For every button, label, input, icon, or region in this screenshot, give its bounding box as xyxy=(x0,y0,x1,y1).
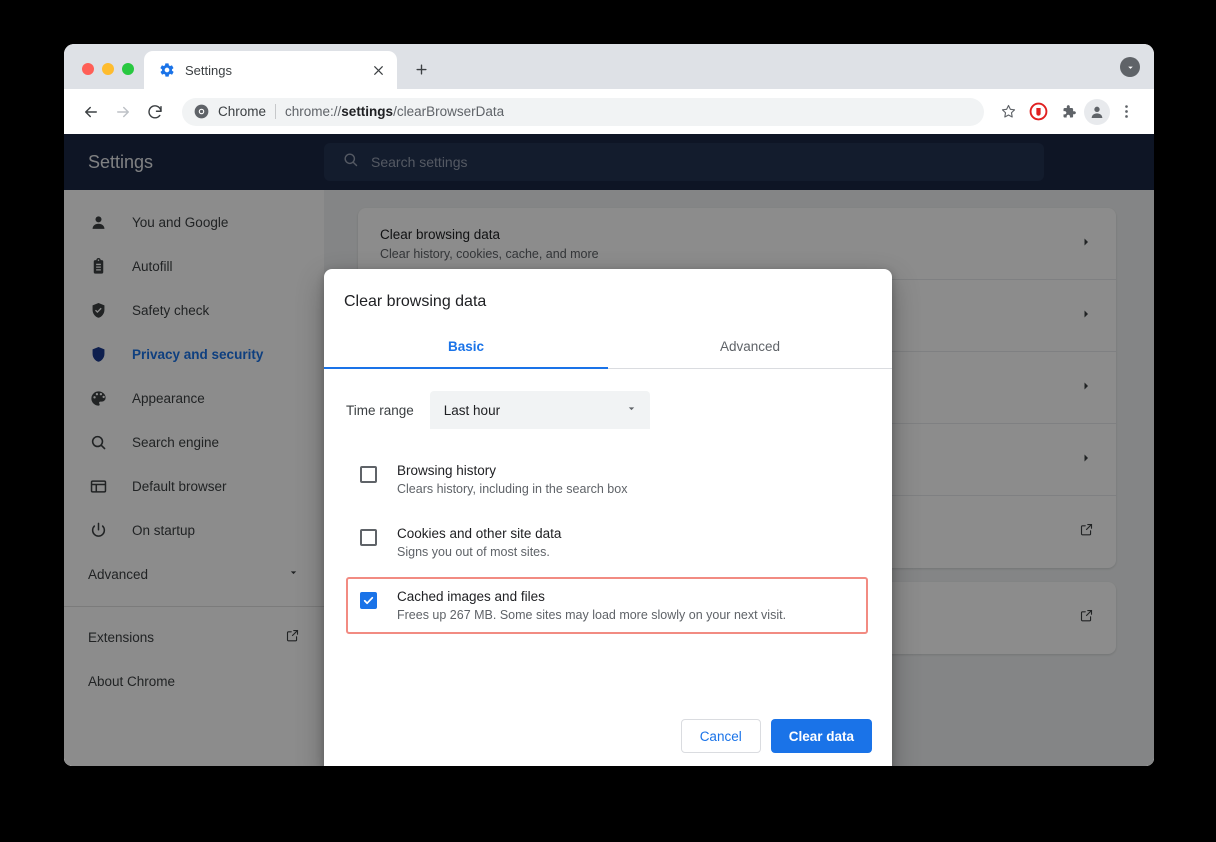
omnibox-url: chrome://settings/clearBrowserData xyxy=(285,104,504,119)
option-browsing-history[interactable]: Browsing history Clears history, includi… xyxy=(346,451,868,508)
tab-title: Settings xyxy=(185,63,359,78)
dialog-body: Time range Last hour Browsing history xyxy=(324,369,892,709)
option-subtitle: Frees up 267 MB. Some sites may load mor… xyxy=(397,608,856,622)
time-range-value: Last hour xyxy=(444,403,500,418)
close-icon[interactable] xyxy=(369,61,387,79)
url-suffix: /clearBrowserData xyxy=(393,104,504,119)
browser-window: Settings xyxy=(64,44,1154,766)
tabstrip-right-controls xyxy=(1120,57,1154,89)
puzzle-icon[interactable] xyxy=(1054,98,1082,126)
checkbox-cached-images-and-files[interactable] xyxy=(360,592,377,609)
reload-icon[interactable] xyxy=(140,97,170,127)
time-range-select[interactable]: Last hour xyxy=(430,391,650,429)
back-arrow-icon[interactable] xyxy=(76,97,106,127)
browser-toolbar: Chrome chrome://settings/clearBrowserDat… xyxy=(64,89,1154,134)
screenshot-root: Settings xyxy=(0,0,1216,842)
option-subtitle: Clears history, including in the search … xyxy=(397,482,856,496)
tab-advanced[interactable]: Advanced xyxy=(608,327,892,368)
settings-page: Settings Search settings xyxy=(64,134,1154,766)
time-range-row: Time range Last hour xyxy=(346,391,868,429)
checkbox-browsing-history[interactable] xyxy=(360,466,377,483)
dialog-tabs: Basic Advanced xyxy=(324,327,892,369)
cancel-button[interactable]: Cancel xyxy=(681,719,761,753)
avatar-icon[interactable] xyxy=(1084,99,1110,125)
dropdown-arrow-icon xyxy=(625,402,638,418)
checkbox-cookies-and-site-data[interactable] xyxy=(360,529,377,546)
address-bar[interactable]: Chrome chrome://settings/clearBrowserDat… xyxy=(182,98,984,126)
window-controls xyxy=(64,63,144,89)
minimize-window-button[interactable] xyxy=(102,63,114,75)
option-cookies-and-site-data[interactable]: Cookies and other site data Signs you ou… xyxy=(346,514,868,571)
time-range-label: Time range xyxy=(346,403,414,418)
star-icon[interactable] xyxy=(994,98,1022,126)
dialog-title: Clear browsing data xyxy=(324,269,892,327)
tab-basic[interactable]: Basic xyxy=(324,327,608,368)
chrome-logo-icon xyxy=(194,104,209,119)
option-subtitle: Signs you out of most sites. xyxy=(397,545,856,559)
omnibox-divider xyxy=(275,104,276,119)
maximize-window-button[interactable] xyxy=(122,63,134,75)
tab-strip: Settings xyxy=(64,44,1154,89)
url-bold-segment: settings xyxy=(341,104,393,119)
clear-data-button[interactable]: Clear data xyxy=(771,719,872,753)
option-title: Cookies and other site data xyxy=(397,526,856,541)
close-window-button[interactable] xyxy=(82,63,94,75)
option-title: Cached images and files xyxy=(397,589,856,604)
option-cached-images-and-files[interactable]: Cached images and files Frees up 267 MB.… xyxy=(346,577,868,634)
adblock-icon[interactable] xyxy=(1024,98,1052,126)
forward-arrow-icon[interactable] xyxy=(108,97,138,127)
gear-icon xyxy=(159,62,175,78)
dialog-footer: Cancel Clear data xyxy=(324,709,892,766)
omnibox-site-label: Chrome xyxy=(218,104,266,119)
new-tab-button[interactable] xyxy=(407,55,435,83)
caret-down-icon[interactable] xyxy=(1120,57,1140,77)
three-dot-menu-icon[interactable] xyxy=(1112,98,1140,126)
option-title: Browsing history xyxy=(397,463,856,478)
url-prefix: chrome:// xyxy=(285,104,341,119)
clear-browsing-data-dialog: Clear browsing data Basic Advanced Time … xyxy=(324,269,892,766)
browser-tab-settings[interactable]: Settings xyxy=(144,51,397,89)
